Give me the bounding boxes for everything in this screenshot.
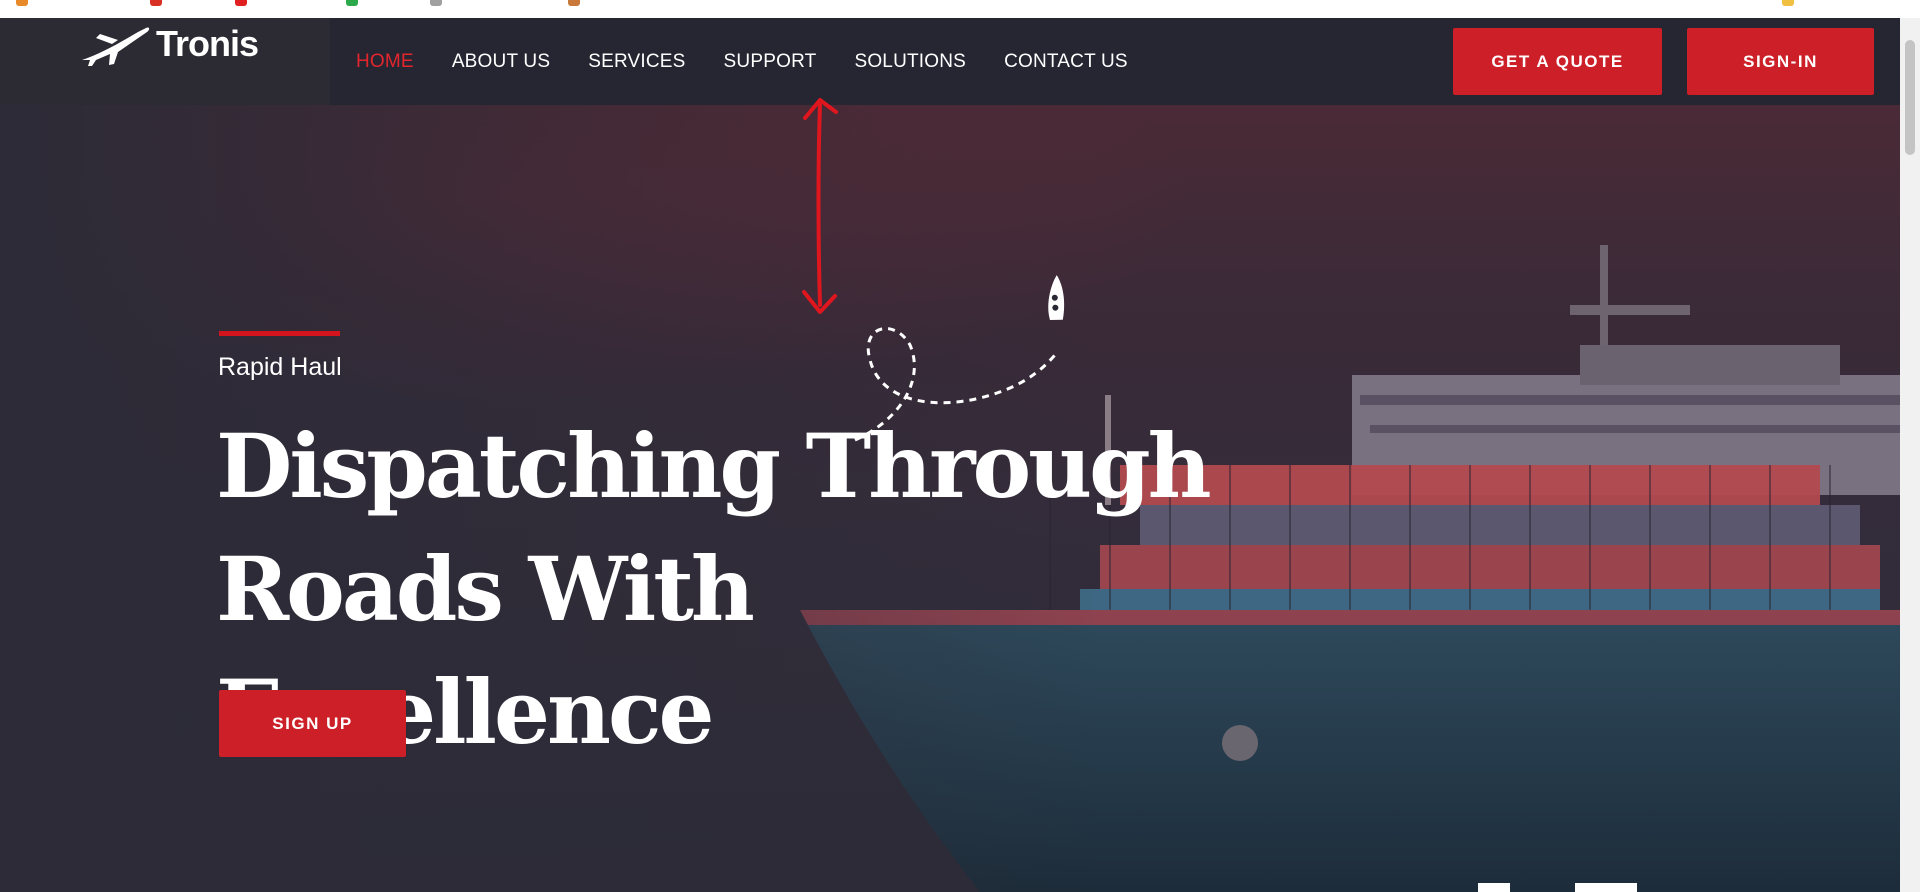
bookmark-icon[interactable] bbox=[150, 0, 162, 6]
scrollbar-thumb[interactable] bbox=[1905, 40, 1915, 155]
bookmark-icon[interactable] bbox=[430, 0, 442, 6]
bookmark-icon[interactable] bbox=[16, 0, 28, 6]
nav-item-support[interactable]: SUPPORT bbox=[724, 51, 817, 73]
bookmark-icon[interactable] bbox=[346, 0, 358, 6]
logo[interactable]: Tronis bbox=[78, 20, 259, 68]
hero-headline-line-1: Dispatching Through bbox=[216, 414, 1212, 518]
sign-in-button[interactable]: SIGN-IN bbox=[1687, 28, 1874, 95]
nav-item-contact-us[interactable]: CONTACT US bbox=[1004, 51, 1128, 73]
sign-up-button[interactable]: SIGN UP bbox=[219, 690, 406, 757]
nav-item-about-us[interactable]: ABOUT US bbox=[452, 51, 550, 73]
site-header: Tronis HOME ABOUT US SERVICES SUPPORT SO… bbox=[0, 18, 1900, 105]
bookmark-bar bbox=[0, 0, 1920, 18]
page-scrollbar[interactable] bbox=[1900, 18, 1920, 892]
get-a-quote-button[interactable]: GET A QUOTE bbox=[1453, 28, 1662, 95]
bookmark-icon[interactable] bbox=[235, 0, 247, 6]
hero-eyebrow: Rapid Haul bbox=[218, 353, 342, 381]
bookmark-icon[interactable] bbox=[568, 0, 580, 6]
nav-item-solutions[interactable]: SOLUTIONS bbox=[854, 51, 966, 73]
logo-area: Tronis bbox=[0, 18, 330, 105]
nav-item-services[interactable]: SERVICES bbox=[588, 51, 685, 73]
page: Tronis HOME ABOUT US SERVICES SUPPORT SO… bbox=[0, 0, 1920, 892]
airplane-icon bbox=[82, 27, 150, 66]
main-nav: HOME ABOUT US SERVICES SUPPORT SOLUTIONS… bbox=[356, 18, 1166, 105]
nav-item-home[interactable]: HOME bbox=[356, 51, 414, 73]
bookmark-icon[interactable] bbox=[1782, 0, 1794, 6]
brand-name: Tronis bbox=[156, 23, 259, 64]
accent-line bbox=[219, 331, 340, 336]
